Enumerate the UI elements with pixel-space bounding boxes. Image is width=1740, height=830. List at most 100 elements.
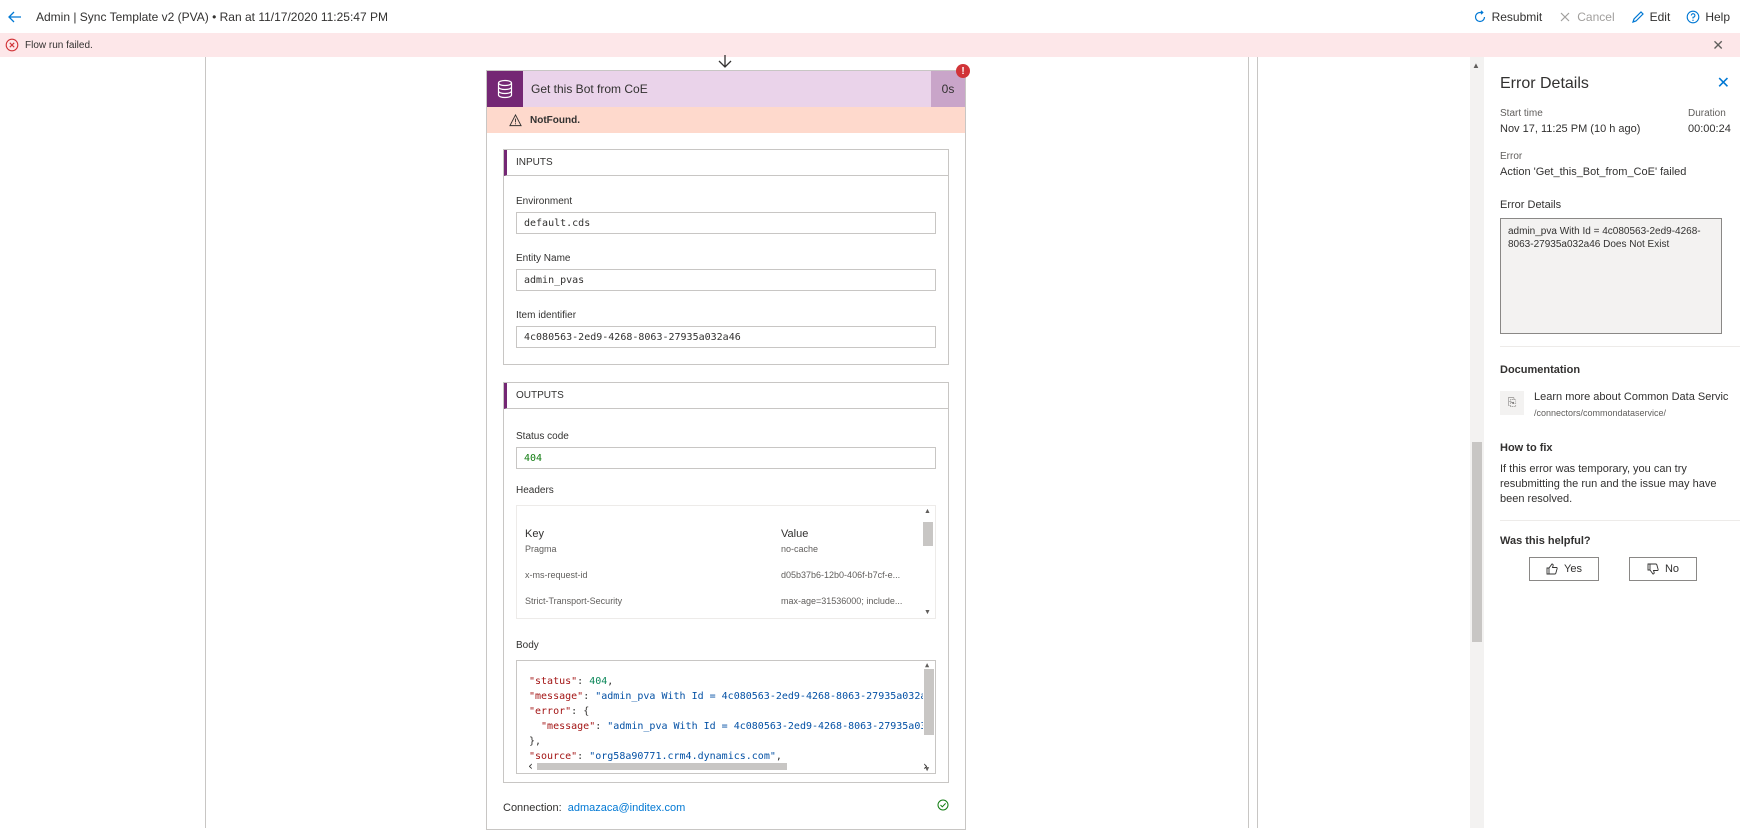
help-icon — [1686, 10, 1700, 23]
table-row: x-ms-request-id d05b37b6-12b0-406f-b7cf-… — [525, 570, 915, 580]
header-key: Pragma — [525, 544, 557, 554]
action-header[interactable]: Get this Bot from CoE 0s — [487, 71, 965, 107]
canvas-right-border — [1248, 57, 1249, 828]
entity-name-label: Entity Name — [516, 253, 571, 264]
banner-message: Flow run failed. — [25, 39, 93, 51]
body-vscroll-thumb[interactable] — [924, 669, 934, 735]
header-value: max-age=31536000; include... — [781, 596, 903, 606]
item-identifier-field[interactable]: 4c080563-2ed9-4268-8063-27935a032a46 — [516, 326, 936, 348]
headers-table-header: Key Value — [525, 528, 915, 540]
error-text: Action 'Get_this_Bot_from_CoE' failed — [1500, 166, 1687, 178]
item-identifier-label: Item identifier — [516, 310, 577, 321]
code-line: "error": { — [529, 706, 590, 717]
error-details-label: Error Details — [1500, 199, 1562, 211]
code-value: }, — [529, 736, 542, 747]
warning-icon — [509, 113, 522, 126]
help-button[interactable]: Help — [1686, 10, 1730, 24]
connection-info: Connection: admazaca@inditex.com — [503, 802, 685, 814]
yes-label: Yes — [1564, 563, 1582, 575]
headers-table[interactable]: Key Value Pragma no-cache x-ms-request-i… — [516, 505, 936, 619]
no-label: No — [1664, 563, 1680, 575]
scroll-up-icon[interactable]: ▲ — [1472, 61, 1480, 70]
code-value: "admin_pva With Id = 4c080563-2ed9-4268-… — [607, 721, 927, 732]
status-code-field[interactable]: 404 — [516, 447, 936, 469]
documentation-link[interactable]: Learn more about Common Data Servic — [1534, 391, 1740, 403]
cancel-icon — [1560, 12, 1570, 21]
code-key: "message" — [529, 691, 584, 702]
code-value: "admin_pva With Id = 4c080563-2ed9-4268-… — [595, 691, 927, 702]
flow-name: Admin | Sync Template v2 (PVA) — [36, 9, 209, 24]
yes-button[interactable]: Yes — [1529, 557, 1599, 581]
action-name: Get this Bot from CoE — [531, 82, 648, 96]
panel-divider — [1500, 346, 1740, 347]
code-line: "status": 404, — [529, 676, 614, 687]
environment-label: Environment — [516, 196, 573, 207]
command-bar: Resubmit Cancel Edit Help — [1473, 0, 1730, 33]
pencil-icon — [1631, 10, 1644, 23]
code-value: 404 — [589, 676, 608, 687]
body-horizontal-scrollbar[interactable]: ‹ › — [517, 759, 929, 773]
code-key: "status" — [529, 676, 578, 687]
error-details-textarea[interactable]: admin_pva With Id = 4c080563-2ed9-4268-8… — [1500, 218, 1722, 334]
code-key: "message" — [529, 721, 596, 732]
body-code-box[interactable]: "status": 404, "message": "admin_pva Wit… — [516, 660, 936, 774]
scroll-left-icon[interactable]: ‹ — [527, 759, 534, 773]
table-row: Strict-Transport-Security max-age=315360… — [525, 596, 915, 606]
start-time-label: Start time — [1500, 108, 1543, 119]
edit-label: Edit — [1649, 9, 1671, 24]
banner-close-icon[interactable]: ✕ — [1712, 37, 1724, 54]
inputs-section: INPUTS Environment default.cds Entity Na… — [503, 149, 949, 365]
how-to-fix-heading: How to fix — [1500, 442, 1553, 454]
headers-scroll-thumb[interactable] — [923, 522, 933, 546]
top-bar: Admin | Sync Template v2 (PVA) • Ran at … — [0, 0, 1740, 33]
header-key: Strict-Transport-Security — [525, 596, 623, 606]
inputs-heading[interactable]: INPUTS — [504, 150, 948, 176]
entity-name-field[interactable]: admin_pvas — [516, 269, 936, 291]
table-row: Pragma no-cache — [525, 544, 915, 554]
headers-scrollbar[interactable]: ▲ ▼ — [921, 506, 935, 618]
outputs-heading[interactable]: OUTPUTS — [504, 383, 948, 409]
canvas-scroll-thumb[interactable] — [1472, 442, 1482, 642]
resubmit-label: Resubmit — [1491, 9, 1543, 24]
canvas-right-border-outer — [1257, 57, 1258, 828]
scroll-up-icon[interactable]: ▲ — [925, 661, 929, 669]
documentation-link-path[interactable]: /connectors/commondataservice/ — [1534, 408, 1666, 418]
header-value: d05b37b6-12b0-406f-b7cf-e... — [781, 570, 901, 580]
connection-label: Connection: — [503, 802, 562, 814]
error-details-panel: Error Details ✕ Start time Nov 17, 11:25… — [1486, 57, 1740, 828]
code-line: "message": "admin_pva With Id = 4c080563… — [529, 721, 927, 732]
cancel-button[interactable]: Cancel — [1558, 10, 1615, 24]
body-hscroll-thumb[interactable] — [537, 763, 787, 770]
code-key: "error" — [529, 706, 572, 717]
header-value: no-cache — [781, 544, 819, 554]
scroll-down-icon[interactable]: ▼ — [924, 609, 931, 616]
headers-label: Headers — [516, 485, 554, 496]
canvas-scrollbar[interactable]: ▲ — [1470, 57, 1484, 828]
environment-field[interactable]: default.cds — [516, 212, 936, 234]
edit-button[interactable]: Edit — [1631, 9, 1671, 24]
error-label: Error — [1500, 151, 1523, 162]
scroll-right-icon[interactable]: › — [922, 759, 929, 773]
code-line: }, — [529, 736, 541, 747]
no-button[interactable]: No — [1629, 557, 1697, 581]
status-code-label: Status code — [516, 431, 569, 442]
resubmit-button[interactable]: Resubmit — [1473, 9, 1543, 24]
title-separator: • — [212, 9, 217, 24]
back-arrow-icon[interactable] — [2, 0, 28, 33]
panel-close-icon[interactable]: ✕ — [1717, 73, 1730, 93]
duration-label: Duration — [1688, 108, 1726, 119]
error-circle-icon — [5, 38, 19, 52]
thumbs-down-icon — [1647, 563, 1659, 575]
document-icon: ⎘ — [1500, 391, 1524, 415]
scroll-up-icon[interactable]: ▲ — [924, 508, 931, 515]
error-banner: Flow run failed. ✕ — [0, 33, 1740, 57]
body-vertical-scrollbar[interactable]: ▲ ▼ — [923, 661, 935, 773]
code-line: "message": "admin_pva With Id = 4c080563… — [529, 691, 927, 702]
how-to-fix-text: If this error was temporary, you can try… — [1500, 463, 1717, 505]
status-text: NotFound. — [530, 114, 580, 126]
help-label: Help — [1705, 9, 1730, 24]
body-label: Body — [516, 640, 539, 651]
thumbs-up-icon — [1546, 563, 1558, 575]
canvas-left-border — [205, 57, 206, 828]
connection-link[interactable]: admazaca@inditex.com — [568, 802, 686, 814]
